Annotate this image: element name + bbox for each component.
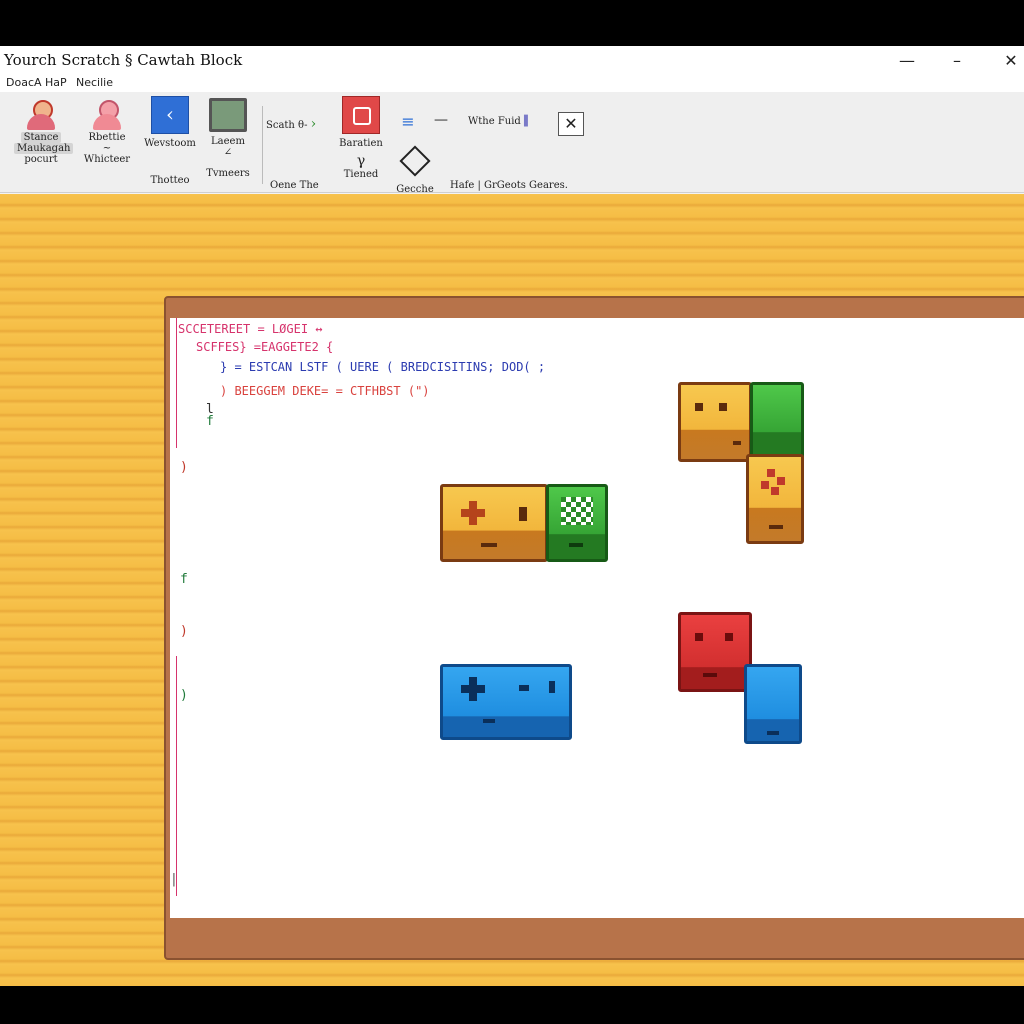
gutter-line — [176, 318, 177, 448]
tool-laeem-label: Laeem — [211, 136, 245, 147]
close-button[interactable]: ✕ — [996, 48, 1024, 74]
code-line-4[interactable]: ) BEEGGEM DEKE= = CTFHBST (") — [220, 384, 430, 398]
tool-stance[interactable]: Stance Maukagah pocurt — [14, 98, 74, 165]
code-text: SCCETEREET = LØGEI ↔ — [178, 322, 323, 336]
red-block-face[interactable] — [678, 612, 752, 692]
tool-baratien-label: Baratien — [339, 138, 383, 149]
tool-stance-sublabel: Maukagah — [14, 143, 74, 154]
diamond-icon — [399, 145, 431, 177]
maximize-button[interactable]: – — [942, 48, 972, 74]
person-pink-icon — [89, 98, 125, 132]
tool-gecche[interactable]: Gecche — [392, 145, 438, 195]
tool-hafe-label: Hafe | GrGeots Geares. — [450, 180, 568, 191]
code-text: ) BEEGGEM DEKE= = CTFHBST (") — [220, 384, 430, 398]
code-canvas[interactable]: SCCETEREET = LØGEI ↔ SCFFES} =EAGGETE2 {… — [170, 318, 1024, 918]
bar-icon: ▌ — [524, 116, 532, 127]
menu-bar: DoacA HaP Necilie — [0, 76, 1024, 92]
code-line-1[interactable]: SCCETEREET = LØGEI ↔ — [178, 322, 323, 336]
code-brace: ) — [180, 688, 188, 703]
close-box-icon: ✕ — [558, 112, 584, 136]
blue-block-dpad[interactable] — [440, 664, 572, 740]
workspace-wood: SCCETEREET = LØGEI ↔ SCFFES} =EAGGETE2 {… — [0, 194, 1024, 986]
tool-oene-the[interactable]: Oene The — [270, 180, 330, 191]
window-title: Yourch Scratch § Cawtah Block — [4, 51, 243, 69]
tool-stance-caption: pocurt — [24, 154, 58, 165]
tool-oene-label: Oene The — [270, 180, 319, 191]
tool-rbettie-label: Rbettie — [88, 132, 126, 143]
title-bar: Yourch Scratch § Cawtah Block — – ✕ — [0, 46, 1024, 76]
tool-stance-label: Stance — [20, 132, 62, 143]
code-brace: | — [170, 872, 178, 887]
tool-scath-label: Scath θ- — [266, 120, 308, 131]
tool-baratien[interactable]: Baratien γ Tiened — [338, 96, 384, 180]
tool-hafe[interactable]: Hafe | GrGeots Geares. — [450, 180, 570, 191]
board-frame: SCCETEREET = LØGEI ↔ SCFFES} =EAGGETE2 {… — [164, 296, 1024, 960]
tool-rbettie-caption: Whicteer — [83, 154, 131, 165]
code-brace: ) — [180, 624, 188, 639]
code-text: } = ESTCAN LSTF ( UERE ( BREDCISITINS; D… — [220, 360, 546, 374]
tool-close-box[interactable]: ✕ — [558, 112, 584, 136]
tool-rbettie-sublabel: ~ — [102, 143, 112, 154]
tool-wthe-fuid[interactable]: Wthe Fuid ▌ — [468, 116, 548, 127]
chevron-right-icon: › — [310, 116, 317, 132]
tool-wevstoom[interactable]: ‹ Wevstoom Thotteo — [142, 96, 198, 186]
tool-wevstoom-caption: Thotteo — [150, 175, 190, 186]
tool-laeem-caption: Tvmeers — [206, 168, 250, 179]
tool-wevstoom-label: Wevstoom — [144, 138, 196, 149]
code-brace: f — [206, 414, 214, 429]
ribbon-divider — [262, 106, 263, 184]
blue-block-plain[interactable] — [744, 664, 802, 744]
tool-laeem-sublabel: ∠ — [223, 147, 233, 158]
code-brace: f — [180, 572, 188, 587]
tool-scath[interactable]: Scath θ- › — [266, 116, 336, 132]
chevron-left-icon: ‹ — [151, 96, 189, 134]
tool-wthe-fuid-label: Wthe Fuid — [468, 116, 521, 127]
minimize-button[interactable]: — — [892, 48, 922, 74]
tool-baratien-sublabel: γ — [356, 153, 366, 169]
red-square-icon — [342, 96, 380, 134]
tool-laeem[interactable]: Laeem ∠ Tvmeers — [204, 98, 252, 179]
code-brace: ) — [180, 460, 188, 475]
menu-item-necilie[interactable]: Necilie — [76, 76, 113, 89]
computer-icon — [209, 98, 247, 132]
app-window: Yourch Scratch § Cawtah Block — – ✕ Doac… — [0, 46, 1024, 986]
yellow-block-buttons[interactable] — [746, 454, 804, 544]
tool-rbettie[interactable]: Rbettie ~ Whicteer — [80, 98, 134, 165]
code-text: SCFFES} =EAGGETE2 { — [196, 340, 334, 354]
gutter-line — [176, 656, 177, 896]
toolbar-ribbon: Stance Maukagah pocurt Rbettie ~ Whictee… — [0, 92, 1024, 195]
yellow-block-dpad[interactable] — [440, 484, 548, 562]
yellow-block-face[interactable] — [678, 382, 752, 462]
list-icon[interactable]: ≡ — [398, 112, 418, 131]
code-line-3[interactable]: } = ESTCAN LSTF ( UERE ( BREDCISITINS; D… — [220, 360, 545, 374]
green-block-plain[interactable] — [750, 382, 804, 460]
person-icon — [23, 98, 59, 132]
tool-baratien-caption: Tiened — [343, 169, 379, 180]
green-block-checker[interactable] — [546, 484, 608, 562]
dash-icon[interactable]: — — [430, 112, 452, 128]
code-line-2[interactable]: SCFFES} =EAGGETE2 { — [196, 340, 333, 354]
menu-item-doaca[interactable]: DoacA HaP — [6, 76, 67, 89]
